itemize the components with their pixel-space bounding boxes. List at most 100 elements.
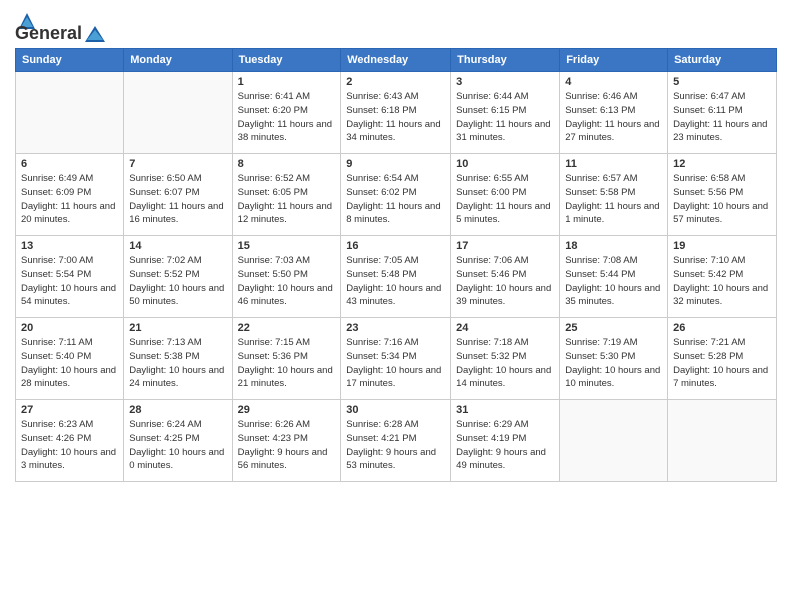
calendar-day-20: 20 Sunrise: 7:11 AMSunset: 5:40 PMDayligh… bbox=[16, 318, 124, 400]
calendar-day-23: 23 Sunrise: 7:16 AMSunset: 5:34 PMDayligh… bbox=[341, 318, 451, 400]
day-number: 22 bbox=[238, 322, 336, 334]
day-info: Sunrise: 7:21 AMSunset: 5:28 PMDaylight:… bbox=[673, 336, 771, 391]
day-number: 14 bbox=[129, 240, 226, 252]
logo: General bbox=[15, 10, 108, 40]
calendar-day-18: 18 Sunrise: 7:08 AMSunset: 5:44 PMDayligh… bbox=[560, 236, 668, 318]
day-number: 27 bbox=[21, 404, 118, 416]
day-number: 9 bbox=[346, 158, 445, 170]
weekday-header-saturday: Saturday bbox=[668, 49, 777, 72]
day-number: 5 bbox=[673, 76, 771, 88]
day-number: 26 bbox=[673, 322, 771, 334]
day-number: 31 bbox=[456, 404, 554, 416]
weekday-header-sunday: Sunday bbox=[16, 49, 124, 72]
calendar-day-11: 11 Sunrise: 6:57 AMSunset: 5:58 PMDayligh… bbox=[560, 154, 668, 236]
calendar-day-6: 6Sunrise: 6:49 AMSunset: 6:09 PMDaylight… bbox=[16, 154, 124, 236]
day-info: Sunrise: 6:47 AMSunset: 6:11 PMDaylight:… bbox=[673, 90, 771, 145]
calendar-day-29: 29Sunrise: 6:26 AMSunset: 4:23 PMDayligh… bbox=[232, 400, 341, 482]
day-info: Sunrise: 6:23 AMSunset: 4:26 PMDaylight:… bbox=[21, 418, 118, 473]
day-info: Sunrise: 7:10 AMSunset: 5:42 PMDaylight:… bbox=[673, 254, 771, 309]
day-info: Sunrise: 6:28 AMSunset: 4:21 PMDaylight:… bbox=[346, 418, 445, 473]
day-number: 24 bbox=[456, 322, 554, 334]
day-number: 16 bbox=[346, 240, 445, 252]
day-info: Sunrise: 6:26 AMSunset: 4:23 PMDaylight:… bbox=[238, 418, 336, 473]
calendar-day-21: 21 Sunrise: 7:13 AMSunset: 5:38 PMDayligh… bbox=[124, 318, 232, 400]
calendar-day-5: 5 Sunrise: 6:47 AMSunset: 6:11 PMDaylight… bbox=[668, 72, 777, 154]
calendar-week-2: 6Sunrise: 6:49 AMSunset: 6:09 PMDaylight… bbox=[16, 154, 777, 236]
day-info: Sunrise: 7:00 AMSunset: 5:54 PMDaylight:… bbox=[21, 254, 118, 309]
weekday-header-thursday: Thursday bbox=[451, 49, 560, 72]
calendar-day-3: 3Sunrise: 6:44 AMSunset: 6:15 PMDaylight… bbox=[451, 72, 560, 154]
day-info: Sunrise: 6:58 AMSunset: 5:56 PMDaylight:… bbox=[673, 172, 771, 227]
calendar-week-1: 1 Sunrise: 6:41 AMSunset: 6:20 PMDaylight… bbox=[16, 72, 777, 154]
calendar-day-15: 15 Sunrise: 7:03 AMSunset: 5:50 PMDayligh… bbox=[232, 236, 341, 318]
calendar-day-22: 22 Sunrise: 7:15 AMSunset: 5:36 PMDayligh… bbox=[232, 318, 341, 400]
day-info: Sunrise: 6:24 AMSunset: 4:25 PMDaylight:… bbox=[129, 418, 226, 473]
calendar-day-16: 16 Sunrise: 7:05 AMSunset: 5:48 PMDayligh… bbox=[341, 236, 451, 318]
day-number: 10 bbox=[456, 158, 554, 170]
weekday-header-wednesday: Wednesday bbox=[341, 49, 451, 72]
calendar-week-5: 27 Sunrise: 6:23 AMSunset: 4:26 PMDayligh… bbox=[16, 400, 777, 482]
day-number: 23 bbox=[346, 322, 445, 334]
calendar-day-12: 12 Sunrise: 6:58 AMSunset: 5:56 PMDayligh… bbox=[668, 154, 777, 236]
day-info: Sunrise: 7:11 AMSunset: 5:40 PMDaylight:… bbox=[21, 336, 118, 391]
calendar-day-10: 10 Sunrise: 6:55 AMSunset: 6:00 PMDayligh… bbox=[451, 154, 560, 236]
header: General bbox=[15, 10, 777, 40]
calendar-day-17: 17Sunrise: 7:06 AMSunset: 5:46 PMDayligh… bbox=[451, 236, 560, 318]
day-info: Sunrise: 6:29 AMSunset: 4:19 PMDaylight:… bbox=[456, 418, 554, 473]
day-info: Sunrise: 7:05 AMSunset: 5:48 PMDaylight:… bbox=[346, 254, 445, 309]
day-info: Sunrise: 7:03 AMSunset: 5:50 PMDaylight:… bbox=[238, 254, 336, 309]
day-info: Sunrise: 7:19 AMSunset: 5:30 PMDaylight:… bbox=[565, 336, 662, 391]
day-info: Sunrise: 6:44 AMSunset: 6:15 PMDaylight:… bbox=[456, 90, 554, 145]
day-number: 20 bbox=[21, 322, 118, 334]
calendar-day-4: 4 Sunrise: 6:46 AMSunset: 6:13 PMDaylight… bbox=[560, 72, 668, 154]
calendar-day-empty bbox=[560, 400, 668, 482]
calendar-day-9: 9 Sunrise: 6:54 AMSunset: 6:02 PMDaylight… bbox=[341, 154, 451, 236]
day-info: Sunrise: 7:13 AMSunset: 5:38 PMDaylight:… bbox=[129, 336, 226, 391]
weekday-header-tuesday: Tuesday bbox=[232, 49, 341, 72]
calendar-day-8: 8Sunrise: 6:52 AMSunset: 6:05 PMDaylight… bbox=[232, 154, 341, 236]
calendar-day-empty bbox=[124, 72, 232, 154]
calendar-week-3: 13Sunrise: 7:00 AMSunset: 5:54 PMDayligh… bbox=[16, 236, 777, 318]
calendar-day-26: 26 Sunrise: 7:21 AMSunset: 5:28 PMDayligh… bbox=[668, 318, 777, 400]
day-number: 19 bbox=[673, 240, 771, 252]
day-info: Sunrise: 7:08 AMSunset: 5:44 PMDaylight:… bbox=[565, 254, 662, 309]
day-number: 1 bbox=[238, 76, 336, 88]
day-info: Sunrise: 6:57 AMSunset: 5:58 PMDaylight:… bbox=[565, 172, 662, 227]
calendar-day-13: 13Sunrise: 7:00 AMSunset: 5:54 PMDayligh… bbox=[16, 236, 124, 318]
calendar-day-19: 19 Sunrise: 7:10 AMSunset: 5:42 PMDayligh… bbox=[668, 236, 777, 318]
day-info: Sunrise: 6:52 AMSunset: 6:05 PMDaylight:… bbox=[238, 172, 336, 227]
calendar-day-27: 27 Sunrise: 6:23 AMSunset: 4:26 PMDayligh… bbox=[16, 400, 124, 482]
logo-triangle-icon bbox=[84, 25, 106, 43]
calendar-day-empty bbox=[16, 72, 124, 154]
day-info: Sunrise: 7:16 AMSunset: 5:34 PMDaylight:… bbox=[346, 336, 445, 391]
day-info: Sunrise: 6:54 AMSunset: 6:02 PMDaylight:… bbox=[346, 172, 445, 227]
calendar-day-28: 28 Sunrise: 6:24 AMSunset: 4:25 PMDayligh… bbox=[124, 400, 232, 482]
day-info: Sunrise: 7:06 AMSunset: 5:46 PMDaylight:… bbox=[456, 254, 554, 309]
weekday-header-monday: Monday bbox=[124, 49, 232, 72]
day-number: 11 bbox=[565, 158, 662, 170]
day-number: 28 bbox=[129, 404, 226, 416]
weekday-header-friday: Friday bbox=[560, 49, 668, 72]
calendar-day-14: 14 Sunrise: 7:02 AMSunset: 5:52 PMDayligh… bbox=[124, 236, 232, 318]
calendar-day-31: 31 Sunrise: 6:29 AMSunset: 4:19 PMDayligh… bbox=[451, 400, 560, 482]
logo-general2: General bbox=[15, 23, 82, 44]
calendar-day-25: 25 Sunrise: 7:19 AMSunset: 5:30 PMDayligh… bbox=[560, 318, 668, 400]
day-info: Sunrise: 6:50 AMSunset: 6:07 PMDaylight:… bbox=[129, 172, 226, 227]
day-number: 4 bbox=[565, 76, 662, 88]
day-number: 12 bbox=[673, 158, 771, 170]
day-number: 18 bbox=[565, 240, 662, 252]
calendar-table: SundayMondayTuesdayWednesdayThursdayFrid… bbox=[15, 48, 777, 482]
day-info: Sunrise: 6:55 AMSunset: 6:00 PMDaylight:… bbox=[456, 172, 554, 227]
day-info: Sunrise: 7:02 AMSunset: 5:52 PMDaylight:… bbox=[129, 254, 226, 309]
day-info: Sunrise: 6:46 AMSunset: 6:13 PMDaylight:… bbox=[565, 90, 662, 145]
day-number: 30 bbox=[346, 404, 445, 416]
calendar-day-30: 30 Sunrise: 6:28 AMSunset: 4:21 PMDayligh… bbox=[341, 400, 451, 482]
calendar-day-24: 24Sunrise: 7:18 AMSunset: 5:32 PMDayligh… bbox=[451, 318, 560, 400]
day-info: Sunrise: 7:15 AMSunset: 5:36 PMDaylight:… bbox=[238, 336, 336, 391]
calendar-week-4: 20 Sunrise: 7:11 AMSunset: 5:40 PMDayligh… bbox=[16, 318, 777, 400]
day-number: 15 bbox=[238, 240, 336, 252]
day-number: 25 bbox=[565, 322, 662, 334]
day-info: Sunrise: 6:41 AMSunset: 6:20 PMDaylight:… bbox=[238, 90, 336, 145]
day-number: 21 bbox=[129, 322, 226, 334]
weekday-header-row: SundayMondayTuesdayWednesdayThursdayFrid… bbox=[16, 49, 777, 72]
